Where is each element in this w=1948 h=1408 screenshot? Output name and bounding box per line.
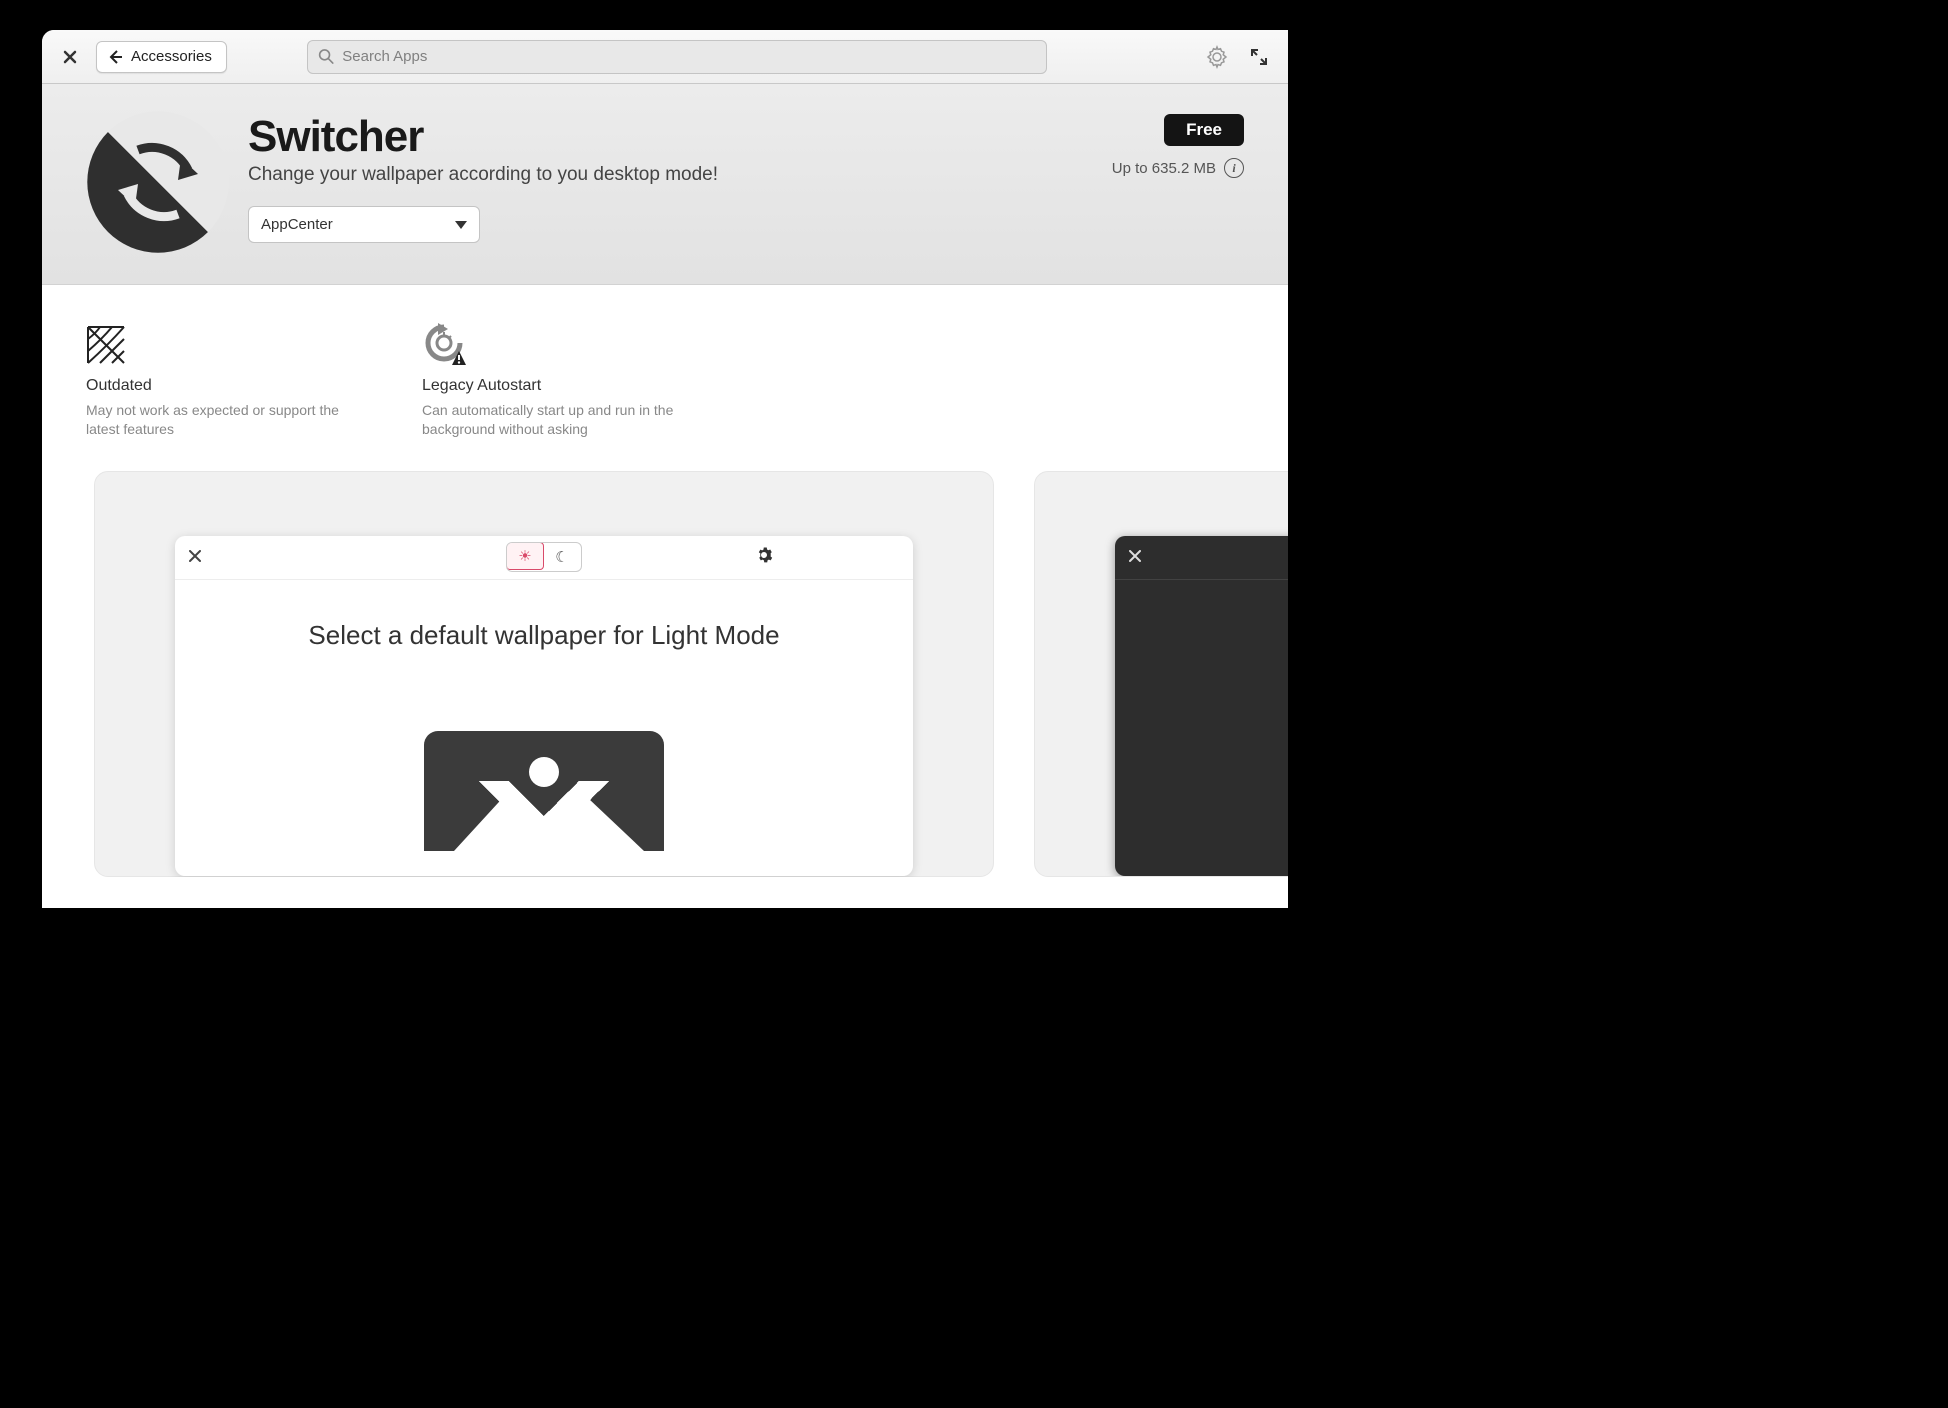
install-button[interactable]: Free (1164, 114, 1244, 146)
screenshot-2 (1034, 471, 1288, 877)
download-size: Up to 635.2 MB i (1112, 158, 1244, 178)
chevron-down-icon (455, 221, 467, 229)
app-icon (86, 110, 230, 254)
image-placeholder-icon (424, 731, 664, 851)
warning-outdated: Outdated May not work as expected or sup… (86, 319, 346, 439)
screenshot-gallery[interactable]: ☀ ☾ Select a default wallpaper for Light… (42, 469, 1288, 877)
search-input[interactable] (342, 48, 1036, 65)
search-icon (318, 48, 334, 65)
switcher-app-window: ☀ ☾ Select a default wallpaper for Light… (175, 536, 913, 876)
app-info: Switcher Change your wallpaper according… (248, 110, 1094, 254)
toolbar: Accessories (42, 30, 1288, 84)
window-close-button[interactable] (56, 43, 84, 71)
close-icon (63, 50, 77, 64)
sun-icon[interactable]: ☀ (506, 542, 544, 570)
switcher-close-button[interactable] (189, 549, 209, 566)
switcher-settings-button[interactable] (755, 546, 773, 569)
close-icon (189, 550, 201, 562)
size-text: Up to 635.2 MB (1112, 160, 1216, 177)
back-label: Accessories (131, 48, 212, 65)
screenshot-1: ☀ ☾ Select a default wallpaper for Light… (94, 471, 994, 877)
info-icon[interactable]: i (1224, 158, 1244, 178)
switcher-titlebar-dark (1115, 536, 1288, 580)
app-tagline: Change your wallpaper according to you d… (248, 164, 1094, 186)
cobweb-icon (86, 319, 346, 365)
source-label: AppCenter (261, 216, 333, 233)
search-field[interactable] (307, 40, 1047, 74)
warning-desc: Can automatically start up and run in th… (422, 401, 682, 439)
fullscreen-button[interactable] (1244, 42, 1274, 72)
warning-title: Outdated (86, 377, 346, 395)
warning-title: Legacy Autostart (422, 377, 682, 395)
switcher-close-button[interactable] (1129, 549, 1149, 566)
maximize-icon (1250, 48, 1268, 66)
gear-icon (755, 546, 773, 564)
back-button[interactable]: Accessories (96, 41, 227, 73)
moon-icon[interactable]: ☾ (543, 543, 581, 571)
switcher-body: Select a default wallpaper for Light Mod… (175, 580, 913, 851)
appcenter-window: Accessories Switcher (42, 30, 1288, 908)
warning-autostart: Legacy Autostart Can automatically start… (422, 319, 682, 439)
close-icon (1129, 550, 1141, 562)
arrow-left-icon (107, 49, 123, 65)
settings-button[interactable] (1202, 42, 1232, 72)
mode-toggle[interactable]: ☀ ☾ (506, 542, 582, 572)
app-actions: Free Up to 635.2 MB i (1112, 110, 1244, 254)
gear-icon (1205, 45, 1229, 69)
app-title: Switcher (248, 112, 1094, 162)
warning-desc: May not work as expected or support the … (86, 401, 346, 439)
app-header: Switcher Change your wallpaper according… (42, 84, 1288, 285)
source-dropdown[interactable]: AppCenter (248, 206, 480, 243)
app-warnings: Outdated May not work as expected or sup… (42, 285, 1288, 469)
autostart-warning-icon (422, 319, 682, 365)
switcher-titlebar: ☀ ☾ (175, 536, 913, 580)
switcher-app-window-dark (1115, 536, 1288, 876)
switcher-prompt: Select a default wallpaper for Light Mod… (205, 620, 883, 651)
